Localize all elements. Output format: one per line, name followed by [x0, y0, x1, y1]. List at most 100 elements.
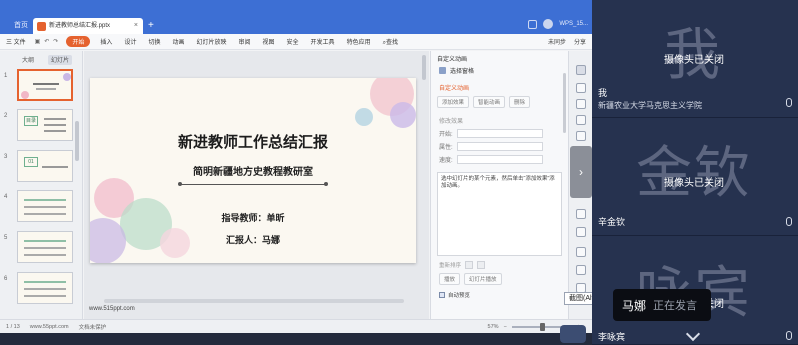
ribbon-tab-developer[interactable]: 开发工具 — [305, 37, 341, 46]
slide-thumbnail[interactable] — [17, 231, 73, 263]
animation-list-hint: 选中幻灯片的某个元素，然后单击“添加效果”添加动画。 — [441, 176, 555, 189]
shape-icon[interactable] — [576, 99, 586, 109]
ribbon-menu: 三 文件 ▣ ↶ ↷ 开始 插入 设计 切换 动画 幻灯片放映 审阅 视图 安全… — [0, 34, 592, 50]
participant-tile[interactable]: 金钦 摄像头已关闭 辛金钦 — [592, 118, 798, 236]
participant-tile[interactable]: 我 摄像头已关闭 我 新疆农业大学马克思主义学院 — [592, 0, 798, 118]
slide-teacher[interactable]: 指导教师：单昕 — [90, 211, 416, 224]
flower-decoration — [390, 102, 416, 128]
zoom-slider-knob[interactable] — [539, 322, 545, 331]
collapse-panel-chevron-icon[interactable]: › — [570, 146, 592, 198]
thumb-flower-decoration — [21, 91, 29, 99]
help-icon[interactable] — [576, 131, 586, 141]
ribbon-tab-view[interactable]: 视图 — [257, 37, 281, 46]
start-select[interactable] — [456, 129, 543, 138]
backup-status[interactable]: 文档未保护 — [79, 323, 107, 331]
animation-list[interactable]: 选中幻灯片的某个元素，然后单击“添加效果”添加动画。 — [437, 172, 562, 256]
thumb-text-line — [24, 281, 66, 283]
tab-slides[interactable]: 幻灯片 — [48, 55, 73, 65]
smart-animation-button[interactable]: 智能动画 — [473, 96, 506, 108]
layout-icon[interactable] — [576, 227, 586, 237]
save-icon[interactable]: ▣ — [35, 38, 41, 45]
participant-name: 辛金钦 — [598, 217, 626, 227]
close-tab-icon[interactable]: × — [134, 18, 138, 34]
wps-window: 首页 新进教师总结汇报.pptx × + WPS_15... 三 文件 ▣ ↶ … — [0, 0, 592, 345]
backup-icon[interactable] — [576, 115, 586, 125]
participant-name: 李咏宾 — [598, 332, 626, 342]
speed-select[interactable] — [456, 155, 543, 164]
slide-scrollbar[interactable] — [422, 55, 426, 80]
info-icon[interactable] — [576, 265, 586, 275]
new-tab-button[interactable]: + — [148, 18, 154, 34]
user-avatar[interactable] — [543, 19, 554, 29]
start-field: 开始: — [431, 127, 568, 140]
move-down-icon[interactable] — [477, 261, 486, 269]
thumb-number: 6 — [4, 276, 8, 282]
thumbnail-scrollbar[interactable] — [75, 121, 79, 161]
thumb-text-line — [24, 240, 66, 242]
thumb-subtitle-line — [36, 88, 56, 90]
thumb-text-line — [24, 206, 66, 208]
thumb-number: 4 — [4, 194, 8, 200]
slide-thumbnail[interactable] — [17, 272, 73, 304]
pane-scrollbar[interactable] — [563, 73, 566, 133]
redo-icon[interactable]: ↷ — [53, 38, 58, 45]
ribbon-tab-start[interactable]: 开始 — [66, 36, 91, 47]
zoom-level[interactable]: 57% — [488, 324, 499, 330]
ribbon-tab-review[interactable]: 审阅 — [233, 37, 257, 46]
zoom-out-icon[interactable]: − — [504, 324, 507, 330]
ribbon-tab-features[interactable]: 特色应用 — [341, 37, 377, 46]
share-button[interactable]: 分享 — [574, 37, 586, 46]
slide-reporter[interactable]: 汇报人：马娜 — [90, 233, 416, 246]
animation-pane-icon[interactable] — [576, 65, 586, 75]
search-button[interactable]: ⌕查找 — [377, 37, 404, 47]
screen-share-indicator-icon[interactable] — [560, 325, 586, 343]
thumb-text-line — [44, 124, 66, 126]
selection-pane-link[interactable]: 选择窗格 — [431, 63, 568, 78]
ribbon-tab-design[interactable]: 设计 — [118, 37, 142, 46]
slide-horizontal-scrollbar[interactable] — [104, 299, 404, 303]
window-layout-icon[interactable] — [528, 19, 538, 29]
active-speaker-label: 正在发言 — [653, 300, 698, 312]
ribbon-tab-security[interactable]: 安全 — [281, 37, 305, 46]
panel-tabs: 大纲 幻灯片 — [0, 51, 82, 65]
tab-document[interactable]: 新进教师总结汇报.pptx × — [33, 18, 143, 34]
autopreview-option[interactable]: 自动预览 — [431, 287, 568, 303]
camera-status: 摄像头已关闭 — [664, 178, 724, 189]
add-effect-button[interactable]: 添加效果 — [437, 96, 470, 108]
thumb-text-line — [24, 295, 66, 297]
ribbon-tab-insert[interactable]: 插入 — [94, 37, 118, 46]
slide-thumbnail[interactable]: 01 — [17, 150, 73, 182]
undo-icon[interactable]: ↶ — [44, 38, 49, 45]
divider-dot — [324, 182, 328, 186]
ribbon-tab-transition[interactable]: 切换 — [142, 37, 166, 46]
autopreview-checkbox[interactable] — [439, 292, 445, 298]
slideshow-button[interactable]: 幻灯片播放 — [464, 273, 502, 285]
mic-icon — [786, 217, 792, 226]
file-menu[interactable]: 三 文件 — [0, 37, 31, 46]
thumb-number: 1 — [4, 73, 8, 79]
custom-animation-pane: 自定义动画 选择窗格 自定义动画 添加效果 智能动画 删除 修改效果 开始: 属… — [430, 51, 568, 319]
move-up-icon[interactable] — [465, 261, 474, 269]
user-name[interactable]: WPS_15... — [559, 21, 588, 27]
flower-decoration — [355, 108, 373, 126]
object-properties-icon[interactable] — [576, 83, 586, 93]
thumb-number: 2 — [4, 113, 8, 119]
property-select[interactable] — [456, 142, 543, 151]
slide-thumbnail[interactable] — [17, 69, 73, 101]
table-icon[interactable] — [576, 209, 586, 219]
slide-thumbnail[interactable]: 目录 — [17, 109, 73, 141]
slide-thumbnail[interactable] — [17, 190, 73, 222]
history-icon[interactable] — [576, 247, 586, 257]
sync-status[interactable]: 未同步 — [548, 37, 566, 46]
start-label: 开始: — [439, 132, 453, 138]
ribbon-tab-slideshow[interactable]: 幻灯片放映 — [190, 37, 232, 46]
delete-animation-button[interactable]: 删除 — [509, 96, 531, 108]
tab-outline[interactable]: 大纲 — [22, 55, 34, 65]
active-speaker-name: 马娜 — [622, 298, 647, 313]
play-button[interactable]: 播放 — [439, 273, 461, 285]
current-slide[interactable]: 新进教师工作总结汇报 简明新疆地方史教程教研室 指导教师：单昕 汇报人：马娜 — [90, 78, 416, 263]
ribbon-tab-animation[interactable]: 动画 — [166, 37, 190, 46]
slide-subtitle[interactable]: 简明新疆地方史教程教研室 — [90, 163, 416, 178]
slide-title[interactable]: 新进教师工作总结汇报 — [90, 131, 416, 152]
ribbon-right-actions: 未同步 分享 — [548, 37, 592, 46]
